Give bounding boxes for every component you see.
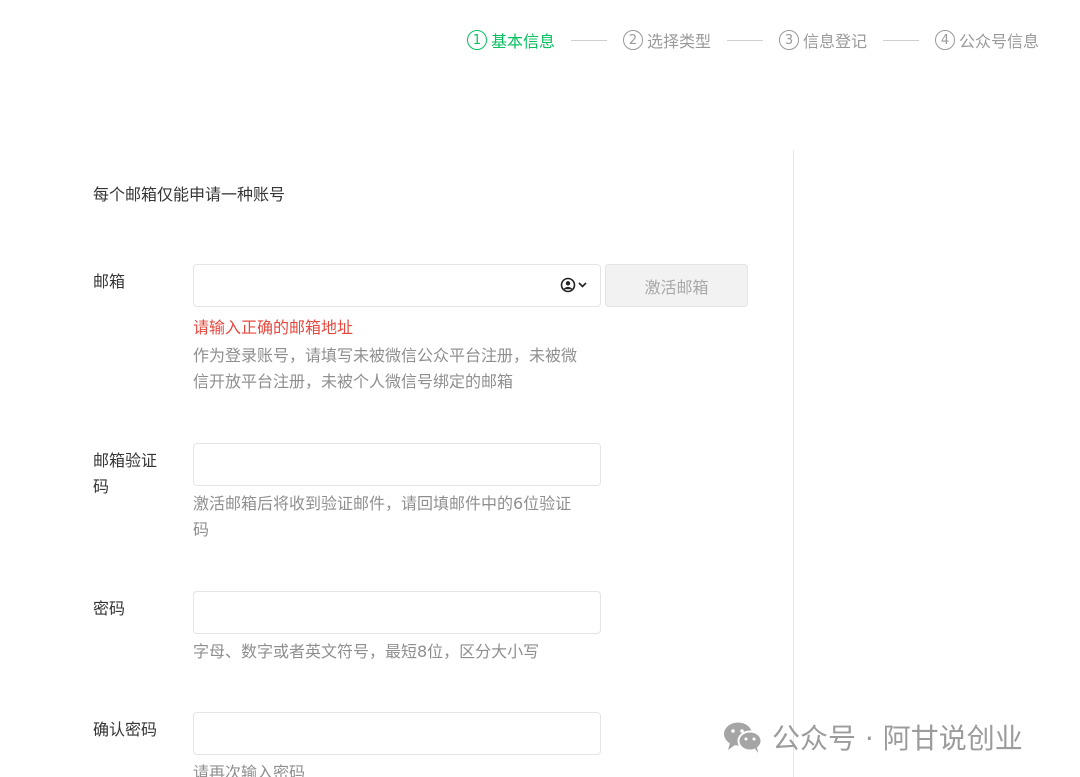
step-label: 基本信息: [491, 32, 556, 51]
step-label: 选择类型: [647, 32, 712, 51]
password-input[interactable]: [194, 592, 600, 633]
confirm-password-field[interactable]: [193, 712, 601, 755]
password-tip: 字母、数字或者英文符号，最短8位，区分大小写: [193, 642, 540, 661]
account-picker-icon[interactable]: [560, 277, 588, 293]
progress-stepper: 1 基本信息 2 选择类型 3 信息登记 4 公众号信息: [467, 28, 1039, 52]
verify-code-tip: 激活邮箱后将收到验证邮件，请回填邮件中的6位验证码: [193, 494, 572, 539]
watermark: 公众号 · 阿甘说创业: [722, 717, 1023, 757]
step-label: 公众号信息: [959, 32, 1040, 51]
email-input[interactable]: [194, 265, 600, 306]
step-number: 3: [779, 30, 800, 50]
email-error-message: 请输入正确的邮箱地址: [193, 318, 354, 337]
email-tip: 作为登录账号，请填写未被微信公众平台注册，未被微信开放平台注册，未被个人微信号绑…: [193, 346, 578, 391]
vertical-divider: [793, 150, 794, 777]
step-connector: [883, 39, 920, 41]
step-account-info: 4 公众号信息: [935, 28, 1039, 52]
step-basic-info: 1 基本信息: [467, 28, 555, 52]
step-number: 1: [467, 30, 487, 50]
step-number: 2: [623, 30, 644, 50]
step-number: 4: [935, 30, 956, 50]
confirm-password-input[interactable]: [194, 713, 600, 754]
verify-code-label: 邮箱验证码: [93, 451, 158, 496]
verify-code-field[interactable]: [193, 443, 601, 486]
step-info-register: 3 信息登记: [779, 28, 867, 52]
step-connector: [727, 39, 764, 41]
notice-text: 每个邮箱仅能申请一种账号: [93, 185, 286, 204]
email-field[interactable]: [193, 264, 601, 307]
step-label: 信息登记: [803, 32, 868, 51]
step-select-type: 2 选择类型: [623, 28, 711, 52]
email-label: 邮箱: [93, 272, 126, 291]
confirm-password-label: 确认密码: [93, 720, 158, 739]
activate-email-button[interactable]: 激活邮箱: [605, 264, 748, 307]
confirm-password-tip: 请再次输入密码: [193, 763, 306, 777]
watermark-text: 公众号 · 阿甘说创业: [772, 722, 1023, 755]
registration-page: 1 基本信息 2 选择类型 3 信息登记 4 公众号信息 每个邮箱仅能申请一种账…: [0, 0, 1080, 777]
password-field[interactable]: [193, 591, 601, 634]
verify-code-input[interactable]: [194, 444, 600, 485]
wechat-icon: [724, 722, 763, 753]
password-label: 密码: [93, 599, 126, 618]
step-connector: [571, 39, 608, 41]
